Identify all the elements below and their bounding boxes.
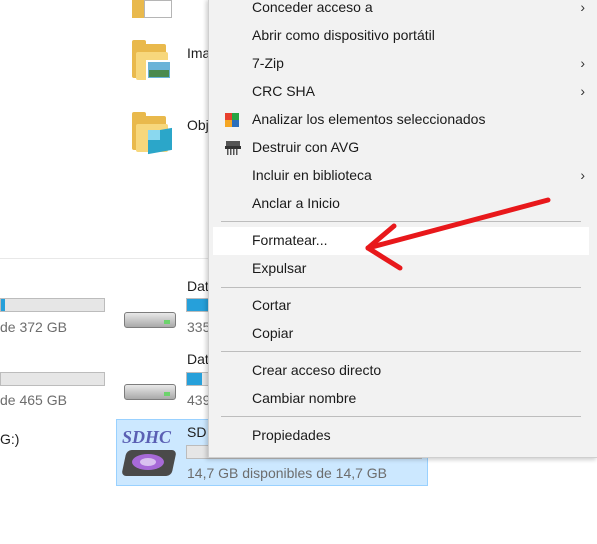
annotation-arrow-icon [365,197,551,271]
